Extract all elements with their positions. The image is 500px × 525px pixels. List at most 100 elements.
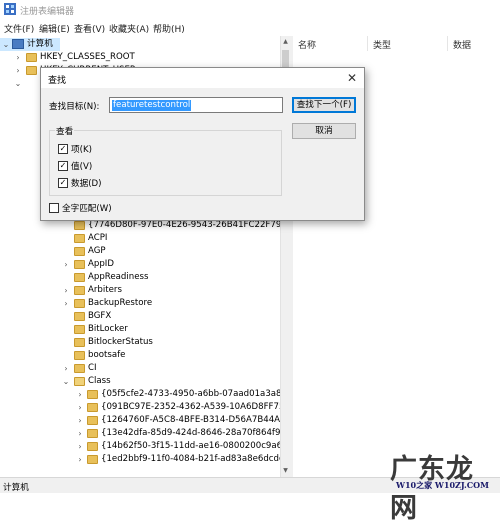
values-checkbox[interactable]: ✓: [58, 161, 68, 171]
look-at-group-title: 查看: [55, 125, 75, 137]
registry-editor-window: 注册表编辑器 文件(F) 编辑(E) 查看(V) 收藏夹(A) 帮助(H) ⌄ …: [0, 0, 500, 524]
chevron-right-icon[interactable]: ›: [14, 64, 22, 77]
look-at-group: 查看 ✓ 项(K) ✓ 值(V) ✓ 数据(D): [49, 125, 282, 196]
folder-icon: [74, 338, 85, 347]
find-dialog: 查找 ✕ 查找目标(N): featuretestcontrol 查找下一个(F…: [40, 67, 365, 221]
chevron-right-icon[interactable]: ›: [14, 51, 22, 64]
tree-item-computer[interactable]: ⌄ 计算机: [0, 38, 60, 51]
folder-icon: [87, 403, 98, 412]
tree-item-label: {091BC97E-2352-4362-A539-10A6D8FF7596}: [101, 402, 280, 412]
folder-icon: [74, 273, 85, 282]
window-title: 注册表编辑器: [20, 7, 75, 17]
folder-icon: [26, 53, 37, 62]
tree-item[interactable]: › {1ed2bbf9-11f0-4084-b21f-ad83a8e6dcdc}: [0, 453, 280, 466]
chevron-right-icon[interactable]: ›: [76, 427, 84, 440]
tree-item[interactable]: bootsafe: [0, 349, 270, 362]
find-what-input[interactable]: featuretestcontrol: [109, 97, 283, 113]
folder-icon: [74, 234, 85, 243]
tree-item-label: {05f5cfe2-4733-4950-a6bb-07aad01a3a84}: [101, 389, 280, 399]
folder-icon: [87, 442, 98, 451]
chevron-right-icon[interactable]: ›: [62, 297, 70, 310]
folder-icon: [74, 221, 85, 230]
title-bar: 注册表编辑器: [0, 0, 500, 19]
tree-item-label: HKEY_CLASSES_ROOT: [40, 52, 135, 62]
tree-item[interactable]: ACPI: [0, 232, 270, 245]
tree-item-label: AppReadiness: [88, 272, 149, 282]
chevron-right-icon[interactable]: ›: [62, 362, 70, 375]
tree-item-label: {13e42dfa-85d9-424d-8646-28a70f864f9c}: [101, 428, 280, 438]
column-separator[interactable]: [367, 36, 368, 51]
tree-item[interactable]: BitlockerStatus: [0, 336, 270, 349]
folder-icon: [74, 364, 85, 373]
tree-item[interactable]: › {14b62f50-3f15-11dd-ae16-0800200c9a66}: [0, 440, 280, 453]
values-checkbox-label[interactable]: 值(V): [71, 160, 92, 172]
menu-help[interactable]: 帮助(H): [153, 22, 185, 35]
tree-item[interactable]: › {091BC97E-2352-4362-A539-10A6D8FF7596}: [0, 401, 280, 414]
tree-item-label: {14b62f50-3f15-11dd-ae16-0800200c9a66}: [101, 441, 280, 451]
column-header-data[interactable]: 数据: [453, 38, 471, 51]
tree-item-label: ACPI: [88, 233, 108, 243]
menu-bar: 文件(F) 编辑(E) 查看(V) 收藏夹(A) 帮助(H): [0, 19, 500, 36]
chevron-down-icon[interactable]: ⌄: [2, 38, 10, 51]
tree-item-hkcr[interactable]: › HKEY_CLASSES_ROOT: [0, 51, 270, 64]
menu-view[interactable]: 查看(V): [74, 22, 105, 35]
chevron-right-icon[interactable]: ›: [76, 414, 84, 427]
tree-item[interactable]: › Arbiters: [0, 284, 270, 297]
tree-item[interactable]: › AppID: [0, 258, 270, 271]
tree-item[interactable]: › {13e42dfa-85d9-424d-8646-28a70f864f9c}: [0, 427, 280, 440]
tree-item[interactable]: › {1264760F-A5C8-4BFE-B314-D56A7B44A362}: [0, 414, 280, 427]
data-checkbox[interactable]: ✓: [58, 178, 68, 188]
tree-item[interactable]: › {05f5cfe2-4733-4950-a6bb-07aad01a3a84}: [0, 388, 280, 401]
match-whole-checkbox-label[interactable]: 全字匹配(W): [62, 202, 112, 214]
tree-item[interactable]: AppReadiness: [0, 271, 270, 284]
tree-item-label: Class: [88, 376, 111, 386]
tree-item-label: bootsafe: [88, 350, 126, 360]
computer-icon: [12, 39, 24, 49]
menu-edit[interactable]: 编辑(E): [39, 22, 70, 35]
match-whole-checkbox[interactable]: [49, 203, 59, 213]
tree-item[interactable]: BGFX: [0, 310, 270, 323]
chevron-right-icon[interactable]: ›: [62, 258, 70, 271]
tree-item-hidden[interactable]: ⌄: [0, 77, 40, 90]
folder-icon: [74, 260, 85, 269]
menu-favorites[interactable]: 收藏夹(A): [109, 22, 149, 35]
folder-icon: [74, 299, 85, 308]
scroll-down-icon[interactable]: ▼: [281, 466, 290, 476]
tree-item[interactable]: › CI: [0, 362, 270, 375]
tree-item-label: {1264760F-A5C8-4BFE-B314-D56A7B44A362}: [101, 415, 280, 425]
column-header-type[interactable]: 类型: [373, 38, 391, 51]
tree-item[interactable]: AGP: [0, 245, 270, 258]
tree-item-class[interactable]: ⌄ Class: [0, 375, 270, 388]
find-next-button[interactable]: 查找下一个(F): [292, 97, 356, 113]
chevron-right-icon[interactable]: ›: [76, 440, 84, 453]
tree-item-label: AppID: [88, 259, 114, 269]
tree-item[interactable]: BitLocker: [0, 323, 270, 336]
cancel-button[interactable]: 取消: [292, 123, 356, 139]
folder-icon: [26, 66, 37, 75]
dialog-title-bar[interactable]: 查找 ✕: [41, 68, 364, 88]
scroll-up-icon[interactable]: ▲: [281, 37, 290, 47]
chevron-right-icon[interactable]: ›: [62, 284, 70, 297]
menu-file[interactable]: 文件(F): [4, 22, 34, 35]
column-header-name[interactable]: 名称: [298, 38, 316, 51]
chevron-right-icon[interactable]: ›: [76, 388, 84, 401]
find-what-label: 查找目标(N):: [49, 102, 100, 112]
data-checkbox-label[interactable]: 数据(D): [71, 177, 102, 189]
chevron-right-icon[interactable]: ›: [76, 401, 84, 414]
keys-checkbox[interactable]: ✓: [58, 144, 68, 154]
tree-item-label: BackupRestore: [88, 298, 153, 308]
folder-icon: [74, 247, 85, 256]
tree-item-label: AGP: [88, 246, 106, 256]
keys-checkbox-label[interactable]: 项(K): [71, 143, 92, 155]
close-icon[interactable]: ✕: [347, 70, 357, 86]
folder-open-icon: [74, 377, 85, 386]
folder-icon: [74, 351, 85, 360]
folder-icon: [87, 416, 98, 425]
chevron-down-icon[interactable]: ⌄: [14, 77, 22, 90]
chevron-down-icon[interactable]: ⌄: [62, 375, 70, 388]
column-separator[interactable]: [447, 36, 448, 51]
tree-item[interactable]: › BackupRestore: [0, 297, 270, 310]
chevron-right-icon[interactable]: ›: [76, 453, 84, 466]
folder-icon: [74, 286, 85, 295]
tree-item-label: BitlockerStatus: [88, 337, 153, 347]
